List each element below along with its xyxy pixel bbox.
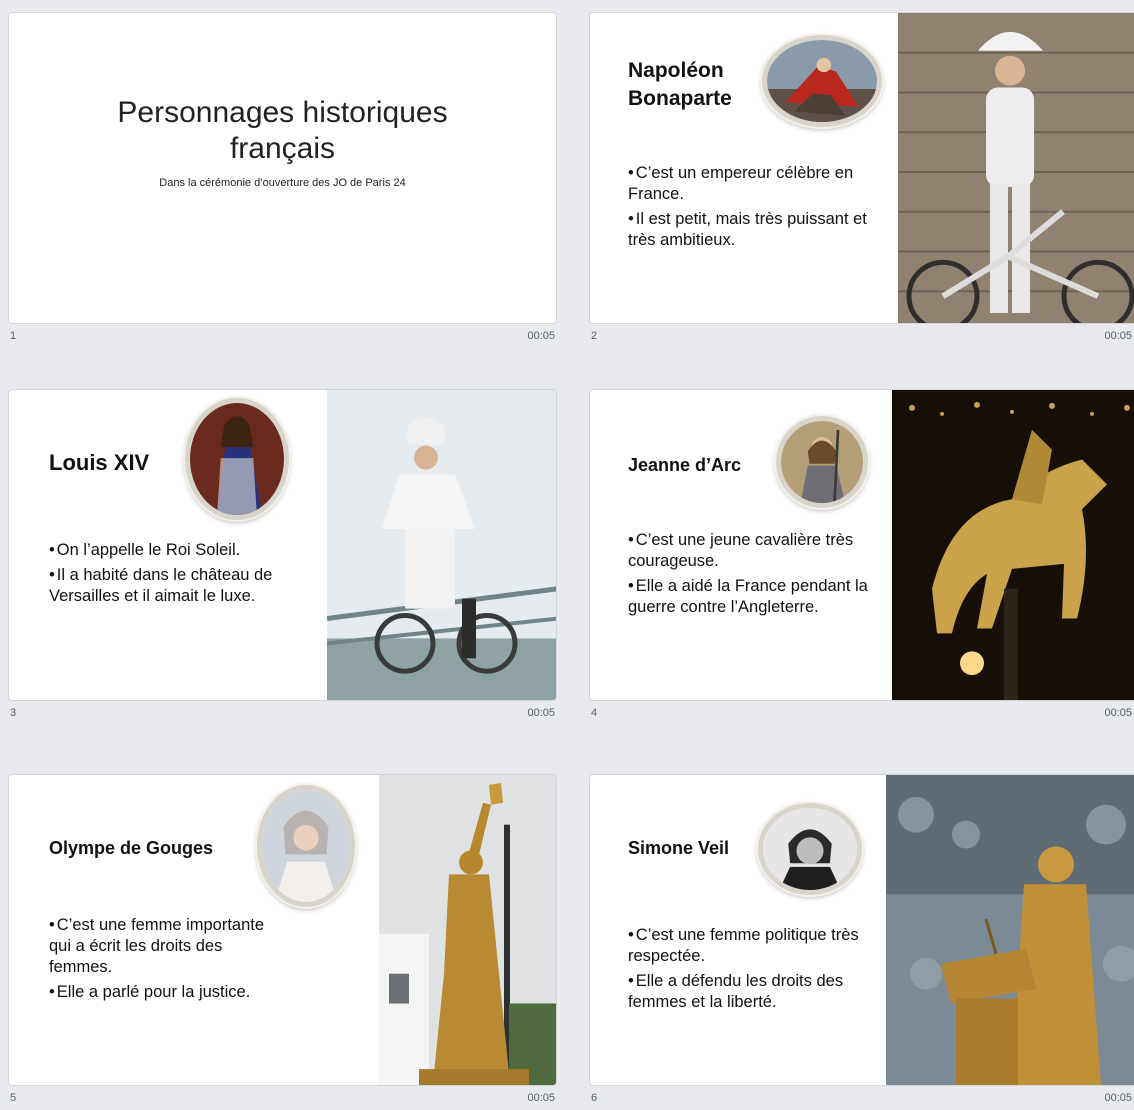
- bullet-item: Elle a défendu les droits des femmes et …: [628, 971, 878, 1013]
- slide-thumbnail-3[interactable]: Louis XIV On l’appelle le Roi Soleil. Il…: [8, 389, 557, 725]
- slide-4-bullets: C’est une jeune cavalière très courageus…: [628, 530, 886, 622]
- slide-2-bullets: C’est un empereur célèbre en France. Il …: [628, 163, 886, 255]
- slide-1-subtitle: Dans la cérémonie d’ouverture des JO de …: [159, 177, 406, 189]
- slide-1-meta: 1 00:05: [8, 326, 557, 348]
- slide-6-meta: 6 00:05: [589, 1088, 1134, 1110]
- slide-4-title: Jeanne d’Arc: [628, 455, 742, 475]
- louis-xiv-portrait-image: [185, 398, 289, 520]
- bullet-item: On l’appelle le Roi Soleil.: [49, 540, 319, 561]
- slide-number: 2: [591, 330, 598, 342]
- olympe-de-gouges-portrait-image: [257, 785, 355, 907]
- jeanne-darc-portrait-image: [776, 416, 868, 508]
- slide-duration[interactable]: 00:05: [527, 707, 555, 719]
- slide-number: 1: [10, 330, 17, 342]
- slide-3-canvas[interactable]: Louis XIV On l’appelle le Roi Soleil. Il…: [8, 389, 557, 701]
- slide-duration[interactable]: 00:05: [527, 1092, 555, 1104]
- bullet-item: Il est petit, mais très puissant et très…: [628, 209, 886, 251]
- bullet-item: C’est une femme importante qui a écrit l…: [49, 915, 281, 978]
- slide-duration[interactable]: 00:05: [1104, 1092, 1132, 1104]
- bullet-item: Il a habité dans le château de Versaille…: [49, 565, 319, 607]
- slide-6-bullets: C’est une femme politique très respectée…: [628, 925, 878, 1017]
- slide-duration[interactable]: 00:05: [1104, 707, 1132, 719]
- slide-3-meta: 3 00:05: [8, 703, 557, 725]
- bullet-item: C’est un empereur célèbre en France.: [628, 163, 886, 205]
- napoleon-performer-photo: [898, 13, 1134, 323]
- slide-duration[interactable]: 00:05: [527, 330, 555, 342]
- slide-5-title: Olympe de Gouges: [49, 838, 214, 858]
- slide-number: 4: [591, 707, 598, 719]
- simone-veil-portrait-image: [758, 803, 862, 895]
- bullet-item: C’est une jeune cavalière très courageus…: [628, 530, 886, 572]
- bullet-item: Elle a aidé la France pendant la guerre …: [628, 576, 886, 618]
- slide-number: 6: [591, 1092, 598, 1104]
- slide-4-canvas[interactable]: Jeanne d’Arc C’est une jeune cavalière t…: [589, 389, 1134, 701]
- slide-2-title: Napoléon Bonaparte: [628, 59, 732, 110]
- slide-thumbnail-4[interactable]: Jeanne d’Arc C’est une jeune cavalière t…: [589, 389, 1134, 725]
- bullet-item: Elle a parlé pour la justice.: [49, 982, 281, 1003]
- slide-thumbnail-5[interactable]: Olympe de Gouges C’est une femme importa…: [8, 774, 557, 1104]
- slide-1-title: Personnages historiques français: [117, 96, 448, 165]
- bullet-item: C’est une femme politique très respectée…: [628, 925, 878, 967]
- slide-1-canvas[interactable]: Personnages historiques français Dans la…: [8, 12, 557, 324]
- slide-3-bullets: On l’appelle le Roi Soleil. Il a habité …: [49, 540, 319, 611]
- slide-5-meta: 5 00:05: [8, 1088, 557, 1110]
- louis-xiv-performer-photo: [327, 390, 556, 700]
- slide-5-canvas[interactable]: Olympe de Gouges C’est une femme importa…: [8, 774, 557, 1086]
- slide-number: 5: [10, 1092, 17, 1104]
- slide-number: 3: [10, 707, 17, 719]
- slide-5-bullets: C’est une femme importante qui a écrit l…: [49, 915, 281, 1007]
- slide-4-meta: 4 00:05: [589, 703, 1134, 725]
- slide-2-canvas[interactable]: Napoléon Bonaparte C’est un empereur cél…: [589, 12, 1134, 324]
- slide-6-title: Simone Veil: [628, 838, 730, 858]
- slide-thumbnail-6[interactable]: Simone Veil C’est une femme politique tr…: [589, 774, 1134, 1104]
- slide-duration[interactable]: 00:05: [1104, 330, 1132, 342]
- slide-6-canvas[interactable]: Simone Veil C’est une femme politique tr…: [589, 774, 1134, 1086]
- napoleon-portrait-image: [762, 35, 882, 127]
- simone-veil-statue-photo: [886, 775, 1134, 1085]
- slide-thumbnail-1[interactable]: Personnages historiques français Dans la…: [8, 12, 557, 348]
- jeanne-darc-horse-photo: [892, 390, 1134, 700]
- slide-3-title: Louis XIV: [49, 450, 150, 475]
- slide-2-meta: 2 00:05: [589, 326, 1134, 348]
- olympe-de-gouges-statue-photo: [379, 775, 556, 1085]
- slide-thumbnail-2[interactable]: Napoléon Bonaparte C’est un empereur cél…: [589, 12, 1134, 348]
